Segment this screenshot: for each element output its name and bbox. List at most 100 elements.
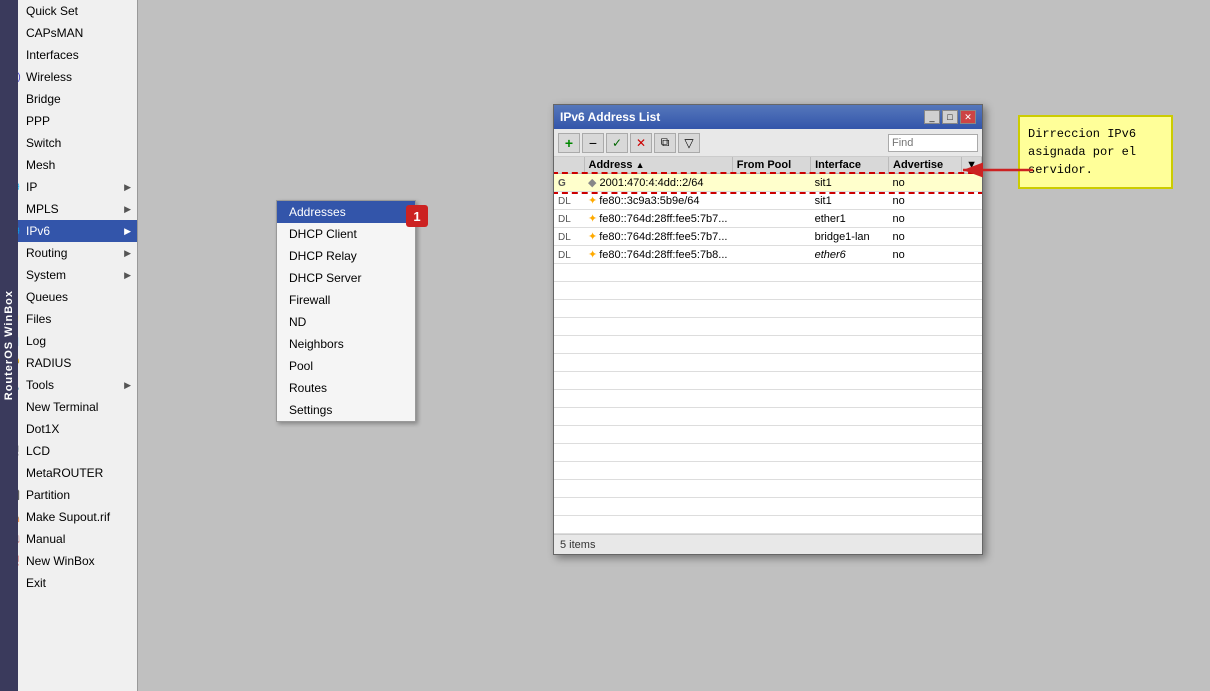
system-arrow: ▶ (124, 270, 131, 281)
sidebar-item-log[interactable]: 📄 Log (0, 330, 137, 352)
status-bar: 5 items (554, 534, 982, 554)
enable-button[interactable]: ✓ (606, 133, 628, 153)
sidebar-item-exit[interactable]: ✕ Exit (0, 572, 137, 594)
table-row[interactable]: G ◆ 2001:470:4:4dd::2/64 sit1 no (554, 174, 982, 192)
table-row-empty (554, 372, 982, 390)
table-row[interactable]: DL ✦fe80::3c9a3:5b9e/64 sit1 no (554, 192, 982, 210)
address-table-container: Address ▲ From Pool Interface Advertise … (554, 157, 982, 534)
sidebar-item-radius[interactable]: 🔑 RADIUS (0, 352, 137, 374)
sidebar-item-label: Partition (26, 488, 131, 502)
window-minimize-button[interactable]: _ (924, 110, 940, 124)
dropdown-item-dhcp-client[interactable]: DHCP Client (277, 223, 415, 245)
table-row-empty (554, 462, 982, 480)
sidebar-item-label: Manual (26, 532, 131, 546)
sidebar-item-routing[interactable]: ⊕ Routing ▶ (0, 242, 137, 264)
sidebar-item-interfaces[interactable]: ▤ Interfaces (0, 44, 137, 66)
sidebar-item-new-terminal[interactable]: ▶ New Terminal (0, 396, 137, 418)
sidebar-item-switch[interactable]: ⇄ Switch (0, 132, 137, 154)
sidebar-item-new-winbox[interactable]: 🖥 New WinBox (0, 550, 137, 572)
routing-arrow: ▶ (124, 248, 131, 259)
cell-extra (962, 228, 982, 246)
ipv6-address-list-window: IPv6 Address List _ □ ✕ + − ✓ ✕ ⧉ ▽ (553, 104, 983, 555)
dropdown-item-dhcp-server[interactable]: DHCP Server (277, 267, 415, 289)
sidebar-item-label: System (26, 268, 124, 282)
table-row[interactable]: DL ✦fe80::764d:28ff:fee5:7b8... ether6 n… (554, 246, 982, 264)
dropdown-item-settings[interactable]: Settings (277, 399, 415, 421)
col-address[interactable]: Address ▲ (584, 157, 732, 174)
window-controls: _ □ ✕ (924, 110, 976, 124)
sidebar-item-partition[interactable]: 💾 Partition (0, 484, 137, 506)
search-input[interactable] (888, 134, 978, 152)
cell-extra (962, 192, 982, 210)
dropdown-item-nd[interactable]: ND (277, 311, 415, 333)
sidebar-item-ip[interactable]: 🌐 IP ▶ (0, 176, 137, 198)
sidebar-item-label: Queues (26, 290, 131, 304)
remove-button[interactable]: − (582, 133, 604, 153)
window-close-button[interactable]: ✕ (960, 110, 976, 124)
sidebar-item-queues[interactable]: ≡ Queues (0, 286, 137, 308)
window-toolbar: + − ✓ ✕ ⧉ ▽ (554, 129, 982, 157)
cell-advertise: no (889, 210, 962, 228)
sidebar-item-mpls[interactable]: ▦ MPLS ▶ (0, 198, 137, 220)
sidebar-item-quick-set[interactable]: ⚙ Quick Set (0, 0, 137, 22)
sidebar-item-label: RADIUS (26, 356, 131, 370)
col-interface[interactable]: Interface (811, 157, 889, 174)
table-row-empty (554, 390, 982, 408)
table-row[interactable]: DL ✦fe80::764d:28ff:fee5:7b7... ether1 n… (554, 210, 982, 228)
sidebar-item-make-supout[interactable]: 📤 Make Supout.rif (0, 506, 137, 528)
sidebar-item-mesh[interactable]: ⬡ Mesh (0, 154, 137, 176)
dropdown-item-addresses[interactable]: Addresses (277, 201, 415, 223)
sidebar: ⚙ Quick Set ◉ CAPsMAN ▤ Interfaces )))) … (0, 0, 138, 691)
table-body: G ◆ 2001:470:4:4dd::2/64 sit1 no DL ✦fe8… (554, 174, 982, 534)
dropdown-item-neighbors[interactable]: Neighbors (277, 333, 415, 355)
col-from-pool[interactable]: From Pool (732, 157, 810, 174)
cell-address: ✦fe80::764d:28ff:fee5:7b7... (584, 228, 732, 246)
address-table: Address ▲ From Pool Interface Advertise … (554, 157, 982, 534)
table-row-empty (554, 354, 982, 372)
cell-address: ✦fe80::764d:28ff:fee5:7b7... (584, 210, 732, 228)
filter-button[interactable]: ▽ (678, 133, 700, 153)
sidebar-item-bridge[interactable]: ⊞ Bridge (0, 88, 137, 110)
disable-button[interactable]: ✕ (630, 133, 652, 153)
table-row-empty (554, 516, 982, 534)
col-advertise[interactable]: Advertise (889, 157, 962, 174)
sidebar-item-label: LCD (26, 444, 131, 458)
sidebar-item-metarouter[interactable]: ▪ MetaROUTER (0, 462, 137, 484)
sidebar-item-dot1x[interactable]: ▦ Dot1X (0, 418, 137, 440)
table-row-empty (554, 426, 982, 444)
cell-flags: DL (554, 228, 584, 246)
dropdown-item-firewall[interactable]: Firewall (277, 289, 415, 311)
sidebar-item-lcd[interactable]: 🖥 LCD (0, 440, 137, 462)
add-button[interactable]: + (558, 133, 580, 153)
cell-advertise: no (889, 228, 962, 246)
sidebar-item-label: MPLS (26, 202, 124, 216)
copy-button[interactable]: ⧉ (654, 133, 676, 153)
step-badge: 1 (406, 205, 428, 227)
sidebar-item-capsman[interactable]: ◉ CAPsMAN (0, 22, 137, 44)
cell-flags: DL (554, 210, 584, 228)
table-row-empty (554, 264, 982, 282)
cell-interface: ether6 (811, 246, 889, 264)
window-maximize-button[interactable]: □ (942, 110, 958, 124)
annotation-box: Dirreccion IPv6asignada por elservidor. (1018, 115, 1173, 189)
sidebar-item-manual[interactable]: 📖 Manual (0, 528, 137, 550)
dropdown-item-dhcp-relay[interactable]: DHCP Relay (277, 245, 415, 267)
cell-from-pool (732, 174, 810, 192)
cell-interface: sit1 (811, 174, 889, 192)
cell-flags: G (554, 174, 584, 192)
dropdown-item-pool[interactable]: Pool (277, 355, 415, 377)
col-flags[interactable] (554, 157, 584, 174)
ipv6-arrow: ▶ (124, 226, 131, 237)
table-row[interactable]: DL ✦fe80::764d:28ff:fee5:7b7... bridge1-… (554, 228, 982, 246)
sidebar-item-label: Files (26, 312, 131, 326)
sidebar-item-system[interactable]: ⚙ System ▶ (0, 264, 137, 286)
sidebar-item-label: IPv6 (26, 224, 124, 238)
sidebar-item-files[interactable]: 📁 Files (0, 308, 137, 330)
sidebar-item-wireless[interactable]: )))) Wireless (0, 66, 137, 88)
dropdown-item-routes[interactable]: Routes (277, 377, 415, 399)
sidebar-item-ppp[interactable]: ⬡ PPP (0, 110, 137, 132)
sidebar-item-label: Routing (26, 246, 124, 260)
table-row-empty (554, 300, 982, 318)
sidebar-item-tools[interactable]: 🔧 Tools ▶ (0, 374, 137, 396)
sidebar-item-ipv6[interactable]: 🌐 IPv6 ▶ (0, 220, 137, 242)
